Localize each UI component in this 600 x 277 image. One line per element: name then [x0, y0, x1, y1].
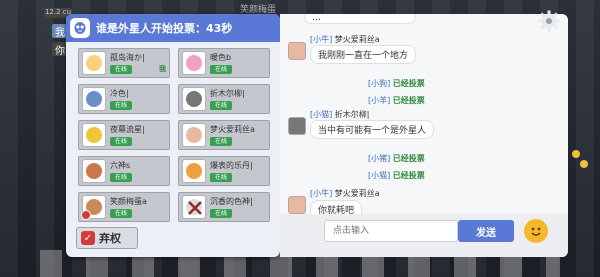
vote-notice: [小羊] 已经投票: [368, 96, 425, 105]
vote-notice: [小猪] 已经投票: [368, 154, 425, 163]
gear-icon[interactable]: [538, 10, 560, 32]
player-name: 梦火爱莉丝a: [210, 124, 255, 134]
avatar: [182, 159, 206, 183]
message-bubble: 当中有可能有一个是外星人: [310, 120, 435, 139]
player-card[interactable]: 爆表的乐丹| 在线: [178, 156, 270, 186]
player-card[interactable]: 梦火爱莉丝a 在线: [178, 120, 270, 150]
player-card[interactable]: 暖色b 在线: [178, 48, 270, 78]
avatar: [82, 123, 106, 147]
vote-notice: [小猫] 已经投票: [368, 171, 425, 180]
chat-sender: [小牛] 梦火爱莉丝a: [310, 35, 380, 44]
vote-notice: [小狗] 已经投票: [368, 79, 425, 88]
online-badge: 在线: [210, 100, 232, 110]
online-badge: 在线: [210, 172, 232, 182]
chat-sender: [小猫] 折木尔柳|: [310, 110, 370, 119]
vote-countdown-title: 谁是外星人开始投票：43秒: [96, 22, 233, 35]
player-card[interactable]: 沉香的色神| 在线: [178, 192, 270, 222]
abstain-label: 弃权: [99, 232, 121, 245]
online-badge: 在线: [110, 208, 132, 218]
online-badge: 在线: [210, 64, 232, 74]
player-card[interactable]: 夜幕流星| 在线: [78, 120, 170, 150]
avatar: [182, 123, 206, 147]
player-card[interactable]: 六神s 在线: [78, 156, 170, 186]
avatar: [288, 42, 306, 60]
player-name: 六神s: [110, 160, 131, 170]
chat-message-list[interactable]: … [小牛] 梦火爱莉丝a 我刚刚一直在一个地方 [小狗] 已经投票 [小羊] …: [280, 14, 568, 214]
player-name: 沉香的色神|: [210, 196, 253, 206]
eliminated-x-icon: [188, 201, 202, 215]
online-badge: 在线: [110, 172, 132, 182]
chat-panel: … [小牛] 梦火爱莉丝a 我刚刚一直在一个地方 [小狗] 已经投票 [小羊] …: [280, 14, 568, 257]
player-card[interactable]: 笑颜梅蛋a 在线: [78, 192, 170, 222]
chat-sender: [小牛] 梦火爱莉丝a: [310, 189, 380, 198]
online-badge: 在线: [110, 136, 132, 146]
player-name: 爆表的乐丹|: [210, 160, 253, 170]
self-tag: 我: [159, 65, 166, 73]
message-bubble: 你就耗吧: [310, 200, 363, 214]
avatar: [288, 196, 306, 214]
background-dot: [572, 150, 580, 158]
player-card[interactable]: 冷色| 在线: [78, 84, 170, 114]
player-card[interactable]: 孤岛海か| 在线 我: [78, 48, 170, 78]
emoji-button[interactable]: [524, 219, 548, 243]
online-badge: 在线: [210, 136, 232, 146]
online-badge: 在线: [210, 208, 232, 218]
player-name: 折木尔柳|: [210, 88, 245, 98]
avatar: [81, 195, 106, 220]
avatar: [82, 159, 106, 183]
send-button[interactable]: 发送: [458, 220, 514, 242]
message-bubble: …: [304, 14, 416, 24]
vote-panel: 谁是外星人开始投票：43秒 孤岛海か| 在线 我 暖色b 在线 冷色| 在线 折…: [66, 14, 280, 257]
avatar: [182, 195, 206, 219]
player-name: 夜幕流星|: [110, 124, 145, 134]
player-name: 冷色|: [110, 88, 129, 98]
background-dot: [580, 160, 588, 168]
player-name: 笑颜梅蛋a: [110, 196, 147, 206]
player-name: 孤岛海か|: [110, 52, 145, 62]
avatar: [288, 117, 306, 135]
voted-mark-icon: [81, 210, 91, 220]
smiley-icon: [531, 227, 541, 236]
online-badge: 在线: [110, 64, 132, 74]
alien-icon: [70, 18, 90, 38]
avatar: [82, 51, 106, 75]
message-bubble: 我刚刚一直在一个地方: [310, 45, 417, 64]
avatar: [182, 51, 206, 75]
player-list: 孤岛海か| 在线 我 暖色b 在线 冷色| 在线 折木尔柳| 在线 夜幕流星| …: [78, 48, 270, 222]
player-card[interactable]: 折木尔柳| 在线: [178, 84, 270, 114]
player-name: 暖色b: [210, 52, 232, 62]
online-badge: 在线: [110, 100, 132, 110]
vote-header: 谁是外星人开始投票：43秒: [66, 14, 280, 42]
checkmark-icon: ✓: [81, 231, 95, 245]
avatar: [82, 87, 106, 111]
chat-input-bar: 发送: [280, 214, 568, 257]
avatar: [182, 87, 206, 111]
abstain-button[interactable]: ✓ 弃权: [76, 227, 138, 249]
chat-input[interactable]: [324, 220, 458, 242]
